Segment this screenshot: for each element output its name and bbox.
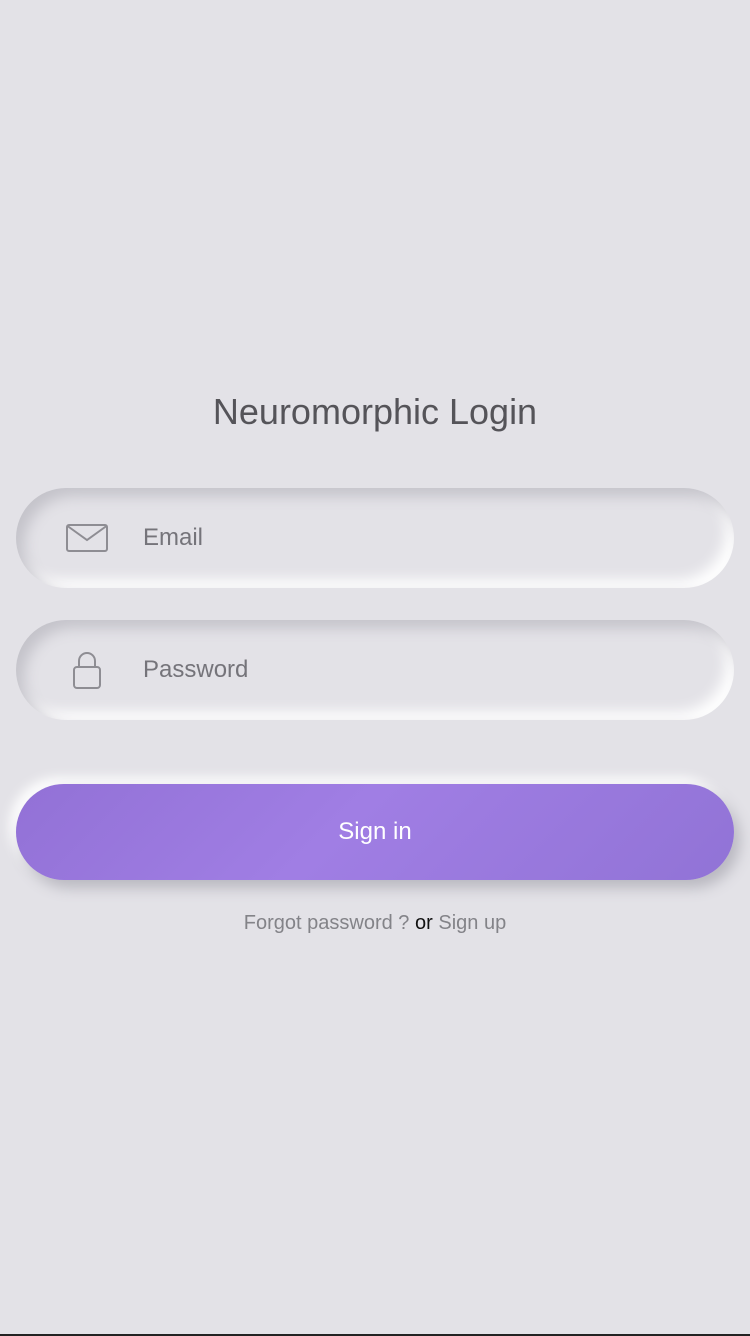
or-separator: or [415,912,433,934]
email-input[interactable] [143,488,683,588]
envelope-icon [66,517,108,559]
password-input[interactable] [143,620,683,720]
sign-in-button[interactable]: Sign in [16,784,734,880]
password-field-container[interactable] [16,620,734,720]
lock-icon [66,649,108,691]
auth-links: Forgot password ? or Sign up [0,910,750,936]
forgot-password-link[interactable]: Forgot password ? [244,912,410,934]
email-field-container[interactable] [16,488,734,588]
sign-up-link[interactable]: Sign up [438,912,506,934]
page-title: Neuromorphic Login [212,391,538,433]
